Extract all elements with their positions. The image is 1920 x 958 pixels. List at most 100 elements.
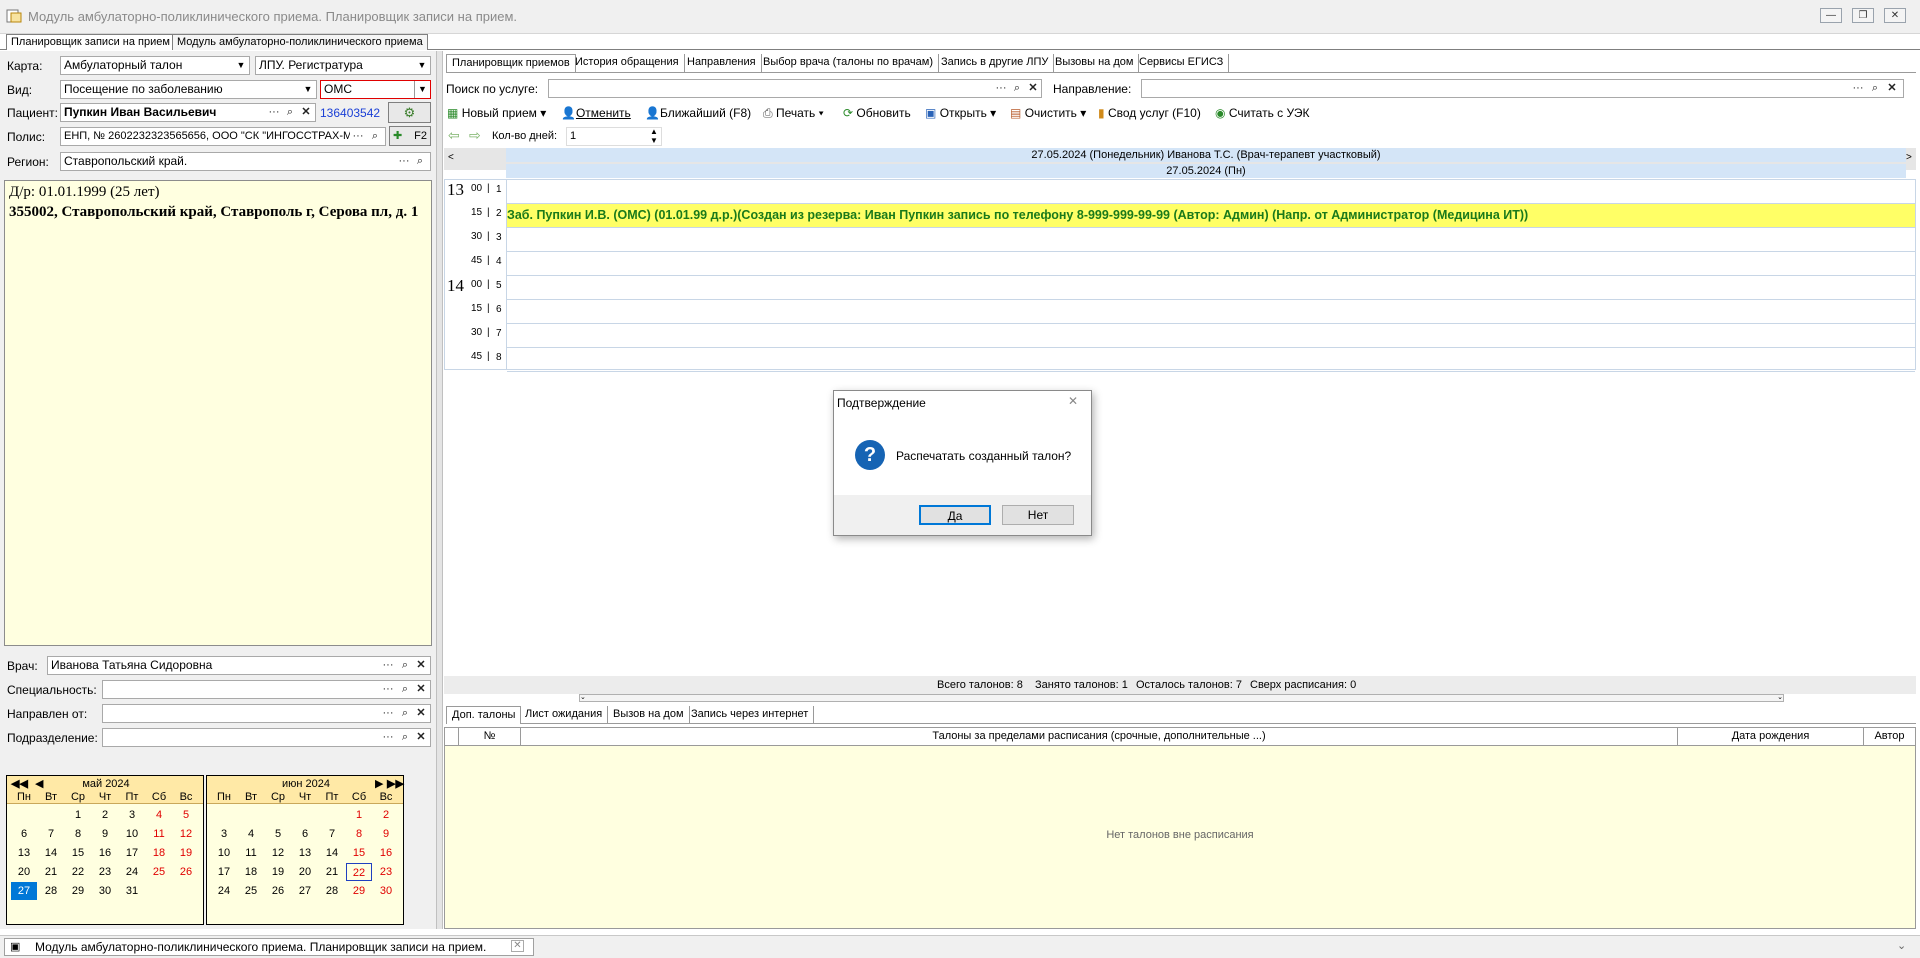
calendar-day[interactable]: 26 (173, 863, 199, 881)
clear-icon[interactable]: ✕ (414, 729, 428, 746)
tab-1[interactable]: Планировщик приемов (446, 54, 576, 72)
tab-2[interactable]: История обращения (570, 54, 685, 72)
calendar-day[interactable]: 8 (346, 825, 372, 843)
ellipsis-icon[interactable]: ··· (380, 729, 396, 746)
chevron-down-icon[interactable]: ▼ (414, 81, 430, 98)
refresh-button[interactable]: ⟳ Обновить (843, 103, 911, 123)
chevron-down-icon[interactable]: ▼ (233, 57, 249, 74)
tab-6[interactable]: Вызовы на дом (1050, 54, 1140, 72)
search-icon[interactable]: ⌕ (398, 705, 412, 722)
close-icon[interactable]: ✕ (1068, 394, 1078, 408)
calendar-day[interactable]: 7 (38, 825, 64, 843)
calendar-day[interactable]: 24 (211, 882, 237, 900)
clear-icon[interactable]: ✕ (299, 104, 313, 121)
calendar-day[interactable]: 15 (346, 844, 372, 862)
search-icon[interactable]: ⌕ (398, 729, 412, 746)
doc-tab-scheduler[interactable]: Планировщик записи на прием (6, 34, 175, 50)
nearest-button[interactable]: 👤Ближайший (F8) (645, 103, 751, 123)
tab-3[interactable]: Направления (682, 54, 762, 72)
ellipsis-icon[interactable]: ··· (380, 705, 396, 722)
chevron-down-icon[interactable]: ▼ (414, 57, 430, 74)
calendar-day[interactable]: 5 (173, 806, 199, 824)
calendar-day[interactable]: 28 (319, 882, 345, 900)
calendar-day[interactable]: 3 (211, 825, 237, 843)
calendar-day[interactable]: 22 (65, 863, 91, 881)
search-icon[interactable]: ⌕ (1010, 80, 1024, 97)
clear-icon[interactable]: ✕ (1885, 80, 1899, 97)
calendar-day[interactable]: 6 (11, 825, 37, 843)
calendar-day[interactable]: 18 (146, 844, 172, 862)
days-count-input[interactable]: 1 (566, 127, 662, 146)
vid-select[interactable]: Посещение по заболеванию (60, 80, 317, 99)
calendar-day[interactable]: 29 (65, 882, 91, 900)
direction-input[interactable] (1141, 79, 1904, 98)
ellipsis-icon[interactable]: ··· (266, 104, 282, 121)
calendar-day[interactable]: 1 (346, 806, 372, 824)
bottom-tab-1[interactable]: Доп. талоны (446, 706, 522, 724)
calendar-day[interactable]: 20 (11, 863, 37, 881)
calendar-day[interactable]: 11 (146, 825, 172, 843)
calendar-day[interactable]: 14 (38, 844, 64, 862)
calendar-day[interactable]: 2 (92, 806, 118, 824)
calendar-day[interactable]: 21 (319, 863, 345, 881)
clear-button[interactable]: ▤ Очистить ▾ (1010, 103, 1086, 123)
calendar-day[interactable]: 15 (65, 844, 91, 862)
col-number[interactable]: № (459, 728, 521, 745)
calendar-day[interactable]: 9 (92, 825, 118, 843)
close-button[interactable]: ✕ (1884, 8, 1906, 23)
search-icon[interactable]: ⌕ (1868, 80, 1882, 97)
new-appointment-button[interactable]: ▦ Новый прием ▾ (447, 103, 546, 123)
calendar-day[interactable]: 30 (373, 882, 399, 900)
calendar-day[interactable]: 20 (292, 863, 318, 881)
calendar-day[interactable]: 5 (265, 825, 291, 843)
bottom-tab-4[interactable]: Запись через интернет (686, 706, 815, 724)
calendar-day[interactable]: 27 (11, 882, 37, 900)
vrach-field[interactable]: Иванова Татьяна Сидоровна (47, 656, 431, 675)
ellipsis-icon[interactable]: ··· (396, 153, 412, 170)
uek-button[interactable]: ◉ Считать с УЭК (1215, 103, 1309, 123)
calendar-day[interactable]: 12 (265, 844, 291, 862)
spinner-icon[interactable]: ▲ ▼ (650, 127, 658, 145)
no-button[interactable]: Нет (1002, 505, 1074, 525)
calendar-day[interactable]: 12 (173, 825, 199, 843)
calendar-day[interactable]: 16 (92, 844, 118, 862)
calendar-day[interactable]: 2 (373, 806, 399, 824)
forward-arrow-icon[interactable]: ⇨ (469, 127, 481, 144)
calendar-day[interactable]: 18 (238, 863, 264, 881)
lpu-select[interactable]: ЛПУ. Регистратура (255, 56, 431, 75)
calendar-day[interactable]: 26 (265, 882, 291, 900)
search-icon[interactable]: ⌕ (413, 153, 427, 170)
ellipsis-icon[interactable]: ··· (380, 657, 396, 674)
splitter[interactable] (436, 51, 443, 929)
ellipsis-icon[interactable]: ··· (380, 681, 396, 698)
search-icon[interactable]: ⌕ (398, 657, 412, 674)
polis-field[interactable]: ЕНП, № 2602232323565656, ООО "СК "ИНГОСС… (60, 127, 386, 146)
calendar-day[interactable]: 25 (146, 863, 172, 881)
search-icon[interactable]: ⌕ (398, 681, 412, 698)
clear-icon[interactable]: ✕ (414, 705, 428, 722)
calendar-day[interactable]: 10 (211, 844, 237, 862)
calendar-day[interactable]: 27 (292, 882, 318, 900)
ellipsis-icon[interactable]: ··· (1850, 80, 1866, 97)
calendar-day[interactable]: 14 (319, 844, 345, 862)
calendar-day[interactable]: 11 (238, 844, 264, 862)
calendar-day[interactable]: 13 (292, 844, 318, 862)
service-search-input[interactable] (548, 79, 1042, 98)
open-button[interactable]: ▣ Открыть ▾ (925, 103, 996, 123)
search-icon[interactable]: ⌕ (368, 128, 382, 145)
calendar-day[interactable]: 8 (65, 825, 91, 843)
calendar-day[interactable]: 28 (38, 882, 64, 900)
taskbar-item[interactable]: Модуль амбулаторно-поликлинического прие… (4, 938, 534, 956)
collapse-bar[interactable]: ⌄ ⌄ (579, 694, 1784, 702)
patient-card-button[interactable]: ⚙ (388, 102, 431, 123)
clear-icon[interactable]: ✕ (414, 681, 428, 698)
calendar-day[interactable]: 19 (265, 863, 291, 881)
region-field[interactable]: Ставропольский край. (60, 152, 431, 171)
calendar-day[interactable]: 4 (238, 825, 264, 843)
restore-button[interactable]: ❐ (1852, 8, 1874, 23)
print-button[interactable]: ⎙ Печать ▾ (763, 103, 824, 123)
calendar-day[interactable]: 4 (146, 806, 172, 824)
calendar-day[interactable]: 23 (373, 863, 399, 881)
calendar-day[interactable]: 13 (11, 844, 37, 862)
calendar-day[interactable]: 7 (319, 825, 345, 843)
